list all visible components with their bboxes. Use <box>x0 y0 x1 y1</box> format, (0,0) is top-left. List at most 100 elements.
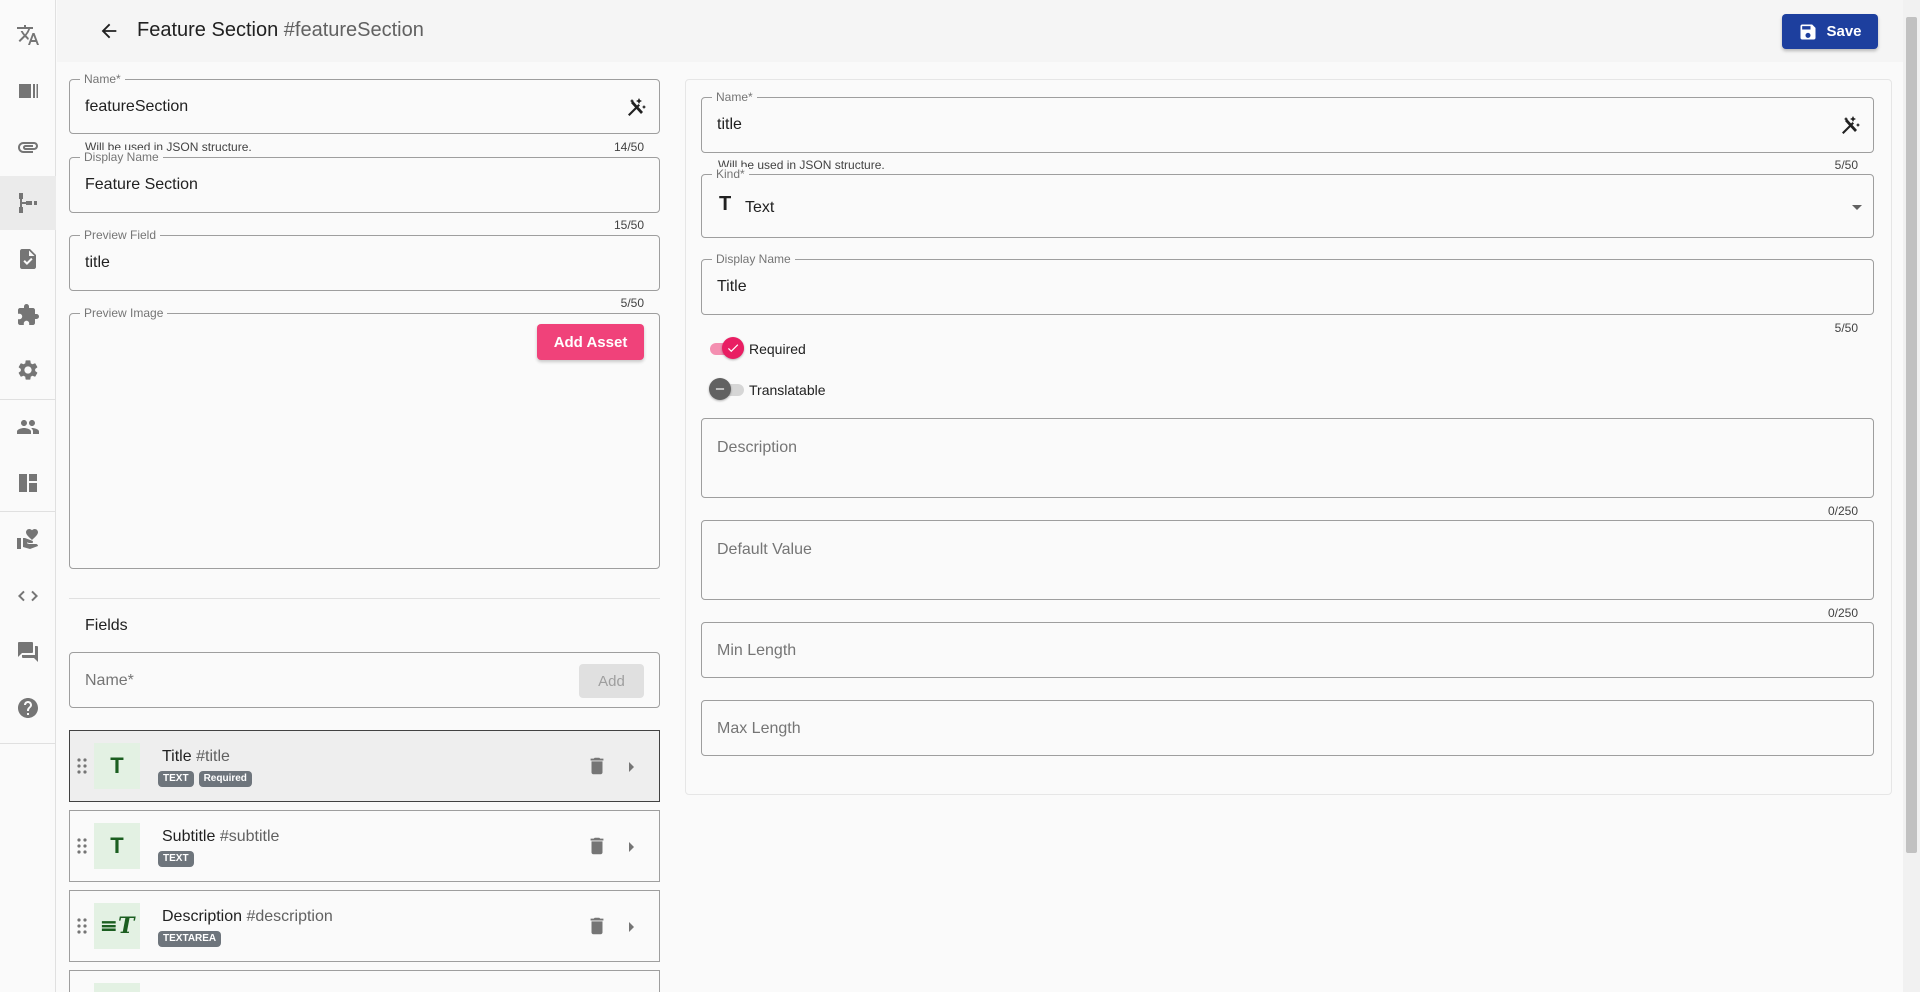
assignment-check-icon <box>20 249 36 269</box>
help-circle-icon <box>18 698 38 718</box>
field-item-badges: TEXT <box>158 851 194 867</box>
field-item-title: Title #title <box>162 748 230 766</box>
sidebar-item-settings[interactable] <box>0 343 56 397</box>
back-button[interactable] <box>91 13 127 49</box>
component-name-value: featureSection <box>85 98 189 115</box>
field-name-counter: 5/50 <box>1834 158 1858 172</box>
page-scrollbar[interactable] <box>1903 0 1920 992</box>
field-name-input[interactable]: Name* title <box>701 90 1874 153</box>
sidebar-item-users[interactable] <box>0 400 56 454</box>
sidebar-divider <box>0 743 56 744</box>
page-header: Feature Section #featureSection Save <box>57 0 1903 62</box>
sidebar-item-messages[interactable] <box>0 625 56 679</box>
kind-label: Kind* <box>712 167 749 181</box>
preview-field-input[interactable]: Preview Field title <box>69 228 660 291</box>
add-asset-button[interactable]: Add Asset <box>537 324 644 360</box>
dropdown-arrow-icon <box>1852 205 1862 210</box>
description-textarea[interactable]: Description <box>701 418 1874 498</box>
required-toggle[interactable] <box>708 336 746 360</box>
field-item-badges: TEXTAREA <box>158 931 222 947</box>
field-item-hash: #description <box>246 908 333 925</box>
component-display-name-counter: 15/50 <box>613 218 644 232</box>
scrollbar-thumb[interactable] <box>1906 17 1917 853</box>
default-value-placeholder: Default Value <box>717 541 812 558</box>
field-name-value: title <box>717 116 742 133</box>
new-field-name-input[interactable]: Name* <box>69 652 660 708</box>
save-button-label: Save <box>1826 23 1862 40</box>
field-display-name-input[interactable]: Display Name Title <box>701 252 1874 315</box>
badge-type: TEXTAREA <box>158 931 222 947</box>
preview-field-label: Preview Field <box>80 228 161 242</box>
description-placeholder: Description <box>717 439 798 456</box>
max-length-placeholder: Max Length <box>717 720 801 737</box>
field-display-name-label: Display Name <box>712 252 795 266</box>
sidebar-item-contents[interactable] <box>0 64 56 118</box>
view-column-icon <box>19 84 38 98</box>
default-value-textarea[interactable]: Default Value <box>701 520 1874 600</box>
save-button[interactable]: Save <box>1782 14 1878 49</box>
sidebar-item-help[interactable] <box>0 681 56 735</box>
translatable-toggle[interactable] <box>708 377 746 401</box>
sidebar-item-assets[interactable] <box>0 120 56 174</box>
field-item-name: Subtitle <box>162 828 216 845</box>
min-length-input[interactable]: Min Length <box>701 622 1874 678</box>
settings-gear-icon <box>18 360 38 380</box>
caret-right-icon[interactable] <box>623 917 639 937</box>
field-item-title: Description #description <box>162 908 333 926</box>
caret-right-icon[interactable] <box>623 757 639 777</box>
arrow-back-icon <box>101 23 117 39</box>
text-type-icon: T <box>94 823 140 869</box>
caret-right-icon[interactable] <box>623 837 639 857</box>
kind-value: Text <box>745 199 775 216</box>
auto-fix-wand-icon[interactable] <box>1838 113 1862 137</box>
drag-handle-icon[interactable] <box>76 757 88 775</box>
component-display-name-label: Display Name <box>80 150 163 164</box>
sidebar-item-code[interactable] <box>0 569 56 623</box>
forum-chat-icon <box>18 642 38 662</box>
text-type-icon: T <box>94 743 140 789</box>
preview-image-label: Preview Image <box>80 306 168 320</box>
component-display-name-field[interactable]: Display Name Feature Section <box>69 150 660 213</box>
drag-handle-icon[interactable] <box>76 917 88 935</box>
required-label: Required <box>749 341 806 357</box>
auto-fix-wand-icon[interactable] <box>624 95 648 119</box>
sidebar-item-dashboard[interactable] <box>0 456 56 510</box>
page-title-hash: #featureSection <box>283 19 424 41</box>
sidebar-item-schemas[interactable] <box>0 176 56 230</box>
section-divider <box>69 598 660 599</box>
component-name-label: Name* <box>80 72 125 86</box>
trash-delete-icon[interactable] <box>586 755 610 779</box>
trash-delete-icon[interactable] <box>586 915 610 939</box>
add-field-button[interactable]: Add <box>579 664 644 698</box>
sidebar-item-translations[interactable] <box>0 8 56 62</box>
translatable-label: Translatable <box>749 382 826 398</box>
sidebar-item-volunteer[interactable] <box>0 512 56 566</box>
sidebar-item-tasks[interactable] <box>0 232 56 286</box>
check-icon <box>722 337 744 359</box>
sidebar <box>0 0 56 992</box>
field-list-item-description[interactable]: ≡T Description #description TEXTAREA <box>69 890 660 962</box>
dashboard-icon <box>19 474 37 492</box>
field-list-item-subtitle[interactable]: T Subtitle #subtitle TEXT <box>69 810 660 882</box>
drag-handle-icon[interactable] <box>76 837 88 855</box>
page-title-name: Feature Section <box>137 19 279 41</box>
people-icon <box>17 420 39 434</box>
badge-type: TEXT <box>158 851 194 867</box>
field-display-name-value: Title <box>717 278 747 295</box>
max-length-input[interactable]: Max Length <box>701 700 1874 756</box>
field-list-item-partial[interactable] <box>69 970 660 992</box>
preview-field-value: title <box>85 254 110 271</box>
text-kind-icon: T <box>719 193 732 215</box>
schema-icon <box>19 193 37 213</box>
component-name-field[interactable]: Name* featureSection <box>69 72 660 134</box>
field-item-hash: #subtitle <box>219 828 280 845</box>
field-list-item-title[interactable]: T Title #title TEXT Required <box>69 730 660 802</box>
field-item-name: Description <box>162 908 243 925</box>
minus-icon <box>709 378 731 400</box>
kind-select[interactable]: Kind* T Text <box>701 167 1874 238</box>
preview-field-counter: 5/50 <box>620 296 644 310</box>
field-item-hash: #title <box>196 748 230 765</box>
trash-delete-icon[interactable] <box>586 835 610 859</box>
sidebar-item-plugins[interactable] <box>0 288 56 342</box>
attachment-icon <box>18 142 38 153</box>
